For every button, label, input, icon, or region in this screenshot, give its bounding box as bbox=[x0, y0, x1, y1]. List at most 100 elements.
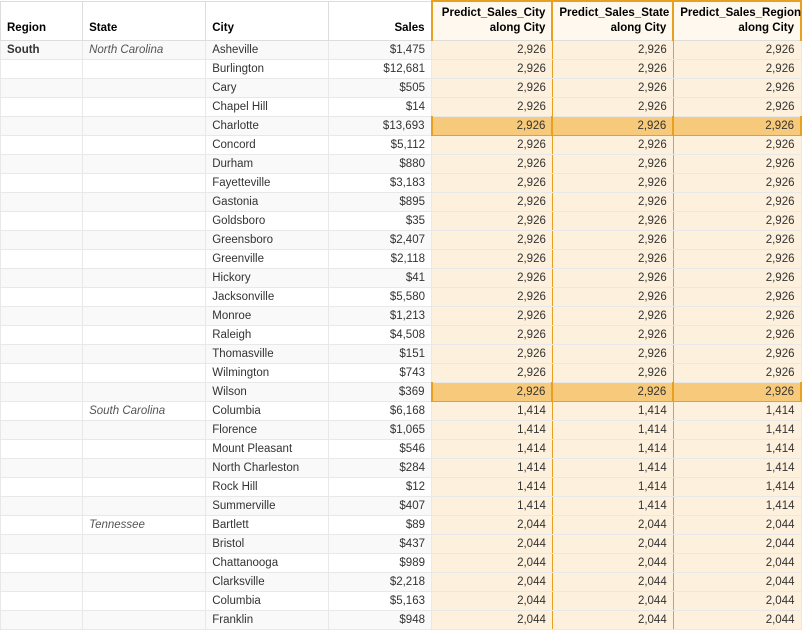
region-cell bbox=[1, 515, 83, 534]
city-cell: Franklin bbox=[206, 610, 329, 629]
sales-cell: $12 bbox=[329, 477, 432, 496]
sales-cell: $505 bbox=[329, 78, 432, 97]
pred3-cell: 2,926 bbox=[673, 306, 801, 325]
pred1-cell: 2,044 bbox=[432, 610, 553, 629]
pred1-cell: 2,926 bbox=[432, 268, 553, 287]
state-cell bbox=[83, 116, 206, 135]
city-cell: Summerville bbox=[206, 496, 329, 515]
data-table: Region State City Sales Predict_Sales_Ci… bbox=[0, 0, 802, 630]
region-cell bbox=[1, 287, 83, 306]
state-cell bbox=[83, 496, 206, 515]
city-cell: Charlotte bbox=[206, 116, 329, 135]
col-header-pred3: Predict_Sales_Regionalong City bbox=[673, 1, 801, 40]
city-cell: Greensboro bbox=[206, 230, 329, 249]
pred1-cell: 2,926 bbox=[432, 287, 553, 306]
region-cell bbox=[1, 154, 83, 173]
pred1-cell: 2,926 bbox=[432, 382, 553, 401]
city-cell: Wilmington bbox=[206, 363, 329, 382]
sales-cell: $89 bbox=[329, 515, 432, 534]
pred3-cell: 1,414 bbox=[673, 458, 801, 477]
pred3-cell: 2,926 bbox=[673, 211, 801, 230]
sales-cell: $3,183 bbox=[329, 173, 432, 192]
city-cell: Gastonia bbox=[206, 192, 329, 211]
pred1-cell: 1,414 bbox=[432, 401, 553, 420]
pred1-cell: 2,926 bbox=[432, 40, 553, 59]
pred1-cell: 1,414 bbox=[432, 439, 553, 458]
city-cell: Greenville bbox=[206, 249, 329, 268]
pred2-cell: 2,044 bbox=[552, 515, 673, 534]
state-cell bbox=[83, 553, 206, 572]
state-cell bbox=[83, 211, 206, 230]
sales-cell: $1,213 bbox=[329, 306, 432, 325]
sales-cell: $880 bbox=[329, 154, 432, 173]
sales-cell: $13,693 bbox=[329, 116, 432, 135]
city-cell: Mount Pleasant bbox=[206, 439, 329, 458]
region-cell bbox=[1, 173, 83, 192]
pred3-cell: 2,926 bbox=[673, 344, 801, 363]
state-cell bbox=[83, 591, 206, 610]
sales-cell: $1,475 bbox=[329, 40, 432, 59]
city-cell: Chapel Hill bbox=[206, 97, 329, 116]
city-cell: Goldsboro bbox=[206, 211, 329, 230]
sales-cell: $284 bbox=[329, 458, 432, 477]
pred3-cell: 2,926 bbox=[673, 268, 801, 287]
pred1-cell: 2,926 bbox=[432, 211, 553, 230]
pred2-cell: 2,926 bbox=[552, 363, 673, 382]
pred1-cell: 2,926 bbox=[432, 116, 553, 135]
city-cell: Monroe bbox=[206, 306, 329, 325]
state-cell bbox=[83, 135, 206, 154]
pred1-cell: 2,926 bbox=[432, 59, 553, 78]
pred1-cell: 2,044 bbox=[432, 553, 553, 572]
pred1-cell: 2,926 bbox=[432, 154, 553, 173]
state-cell bbox=[83, 534, 206, 553]
region-cell bbox=[1, 78, 83, 97]
col-header-state: State bbox=[83, 1, 206, 40]
pred3-cell: 2,926 bbox=[673, 249, 801, 268]
region-cell bbox=[1, 591, 83, 610]
region-cell bbox=[1, 97, 83, 116]
pred3-cell: 2,926 bbox=[673, 78, 801, 97]
state-cell: Tennessee bbox=[83, 515, 206, 534]
state-cell bbox=[83, 287, 206, 306]
state-cell bbox=[83, 306, 206, 325]
pred1-cell: 1,414 bbox=[432, 496, 553, 515]
state-cell bbox=[83, 230, 206, 249]
sales-cell: $437 bbox=[329, 534, 432, 553]
region-cell bbox=[1, 610, 83, 629]
sales-cell: $895 bbox=[329, 192, 432, 211]
state-cell bbox=[83, 363, 206, 382]
state-cell bbox=[83, 344, 206, 363]
city-cell: Wilson bbox=[206, 382, 329, 401]
pred2-cell: 1,414 bbox=[552, 477, 673, 496]
pred1-cell: 2,044 bbox=[432, 591, 553, 610]
sales-cell: $14 bbox=[329, 97, 432, 116]
city-cell: Columbia bbox=[206, 591, 329, 610]
city-cell: Concord bbox=[206, 135, 329, 154]
pred3-cell: 2,926 bbox=[673, 59, 801, 78]
region-cell bbox=[1, 325, 83, 344]
pred3-cell: 2,926 bbox=[673, 230, 801, 249]
pred2-cell: 2,926 bbox=[552, 78, 673, 97]
region-cell bbox=[1, 363, 83, 382]
city-cell: Bristol bbox=[206, 534, 329, 553]
region-cell: South bbox=[1, 40, 83, 59]
pred1-cell: 2,926 bbox=[432, 97, 553, 116]
pred1-cell: 2,926 bbox=[432, 249, 553, 268]
col-header-pred1: Predict_Sales_Cityalong City bbox=[432, 1, 553, 40]
state-cell bbox=[83, 382, 206, 401]
pred3-cell: 2,926 bbox=[673, 97, 801, 116]
sales-cell: $407 bbox=[329, 496, 432, 515]
region-cell bbox=[1, 553, 83, 572]
state-cell bbox=[83, 78, 206, 97]
pred3-cell: 1,414 bbox=[673, 496, 801, 515]
pred1-cell: 2,926 bbox=[432, 192, 553, 211]
region-cell bbox=[1, 59, 83, 78]
sales-cell: $1,065 bbox=[329, 420, 432, 439]
pred2-cell: 2,926 bbox=[552, 211, 673, 230]
sales-cell: $4,508 bbox=[329, 325, 432, 344]
region-cell bbox=[1, 401, 83, 420]
sales-cell: $369 bbox=[329, 382, 432, 401]
pred3-cell: 2,044 bbox=[673, 591, 801, 610]
city-cell: North Charleston bbox=[206, 458, 329, 477]
region-cell bbox=[1, 306, 83, 325]
